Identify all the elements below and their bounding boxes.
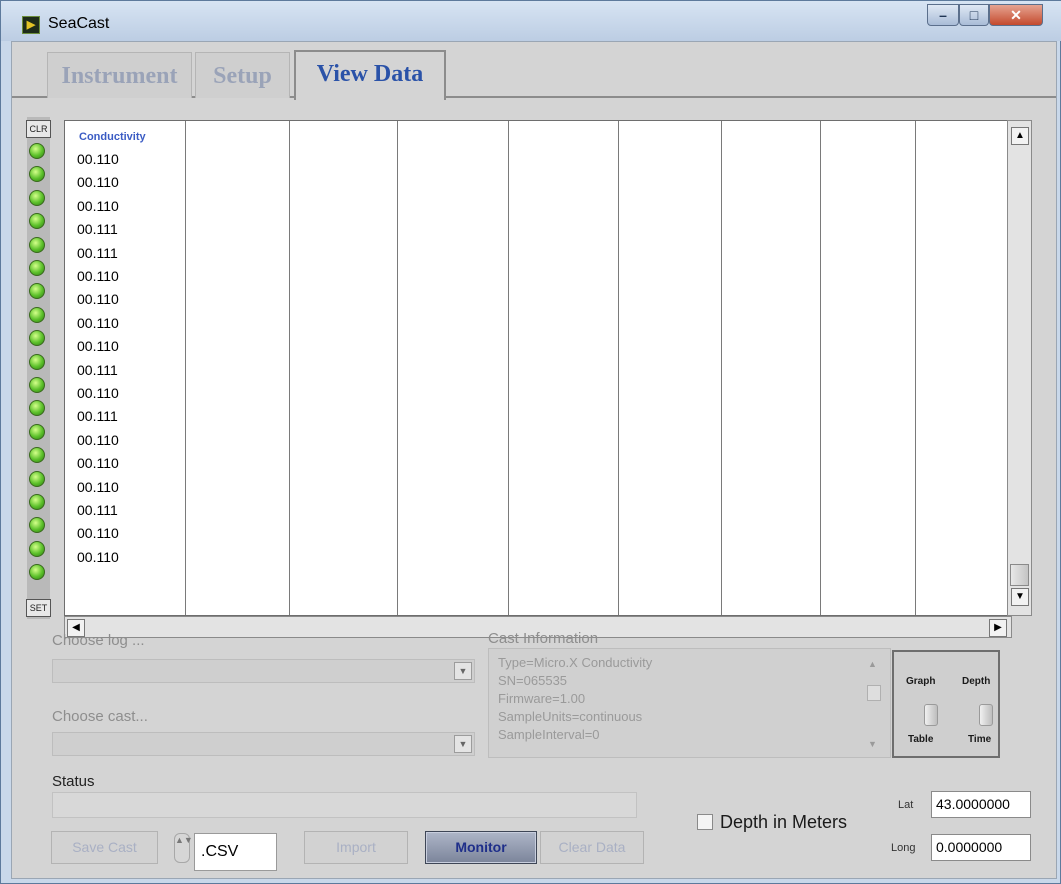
graph-table-toggle[interactable] — [924, 704, 938, 726]
file-extension-field[interactable]: .CSV — [194, 833, 277, 871]
table-cell[interactable]: 00.110 — [77, 268, 119, 284]
choose-cast-dropdown[interactable]: ▼ — [52, 732, 475, 756]
scroll-thumb[interactable] — [867, 685, 881, 701]
latitude-field[interactable]: 43.0000000 — [931, 791, 1031, 818]
app-icon: ▶ — [22, 16, 40, 34]
cast-info-scrollbar[interactable]: ▲ ▼ — [865, 655, 887, 753]
table-cell[interactable]: 00.110 — [77, 549, 119, 565]
window-title: SeaCast — [48, 15, 110, 32]
table-label: Table — [908, 734, 934, 745]
table-cell[interactable]: 00.111 — [77, 408, 118, 424]
cast-information-text[interactable]: Type=Micro.X Conductivity SN=065535 Firm… — [488, 648, 891, 758]
tab-instrument[interactable]: Instrument — [47, 52, 192, 98]
row-status-led — [29, 143, 45, 159]
vertical-scrollbar[interactable]: ▲ ▼ — [1007, 120, 1032, 616]
chevron-down-icon[interactable]: ▼ — [454, 735, 472, 753]
choose-log-dropdown[interactable]: ▼ — [52, 659, 475, 683]
depth-in-meters-checkbox[interactable] — [697, 814, 713, 830]
column-separator — [618, 121, 619, 615]
table-cell[interactable]: 00.111 — [77, 502, 118, 518]
extension-stepper[interactable]: ▲▼ — [174, 833, 193, 863]
cast-info-line: Firmware=1.00 — [498, 691, 586, 706]
depth-time-toggle[interactable] — [979, 704, 993, 726]
lat-label: Lat — [898, 799, 914, 811]
import-button[interactable]: Import — [304, 831, 408, 864]
chevron-down-icon[interactable]: ▼ — [454, 662, 472, 680]
column-separator — [820, 121, 821, 615]
time-label: Time — [968, 734, 992, 745]
close-button[interactable]: ✕ — [989, 4, 1043, 26]
table-cell[interactable]: 00.111 — [77, 221, 118, 237]
monitor-button[interactable]: Monitor — [425, 831, 537, 864]
column-separator — [397, 121, 398, 615]
scroll-up-icon[interactable]: ▲ — [868, 659, 877, 669]
maximize-button[interactable]: □ — [959, 4, 989, 26]
table-cell[interactable]: 00.110 — [77, 174, 119, 190]
set-rows-button[interactable]: SET — [26, 599, 51, 617]
table-cell[interactable]: 00.110 — [77, 479, 119, 495]
table-cell[interactable]: 00.111 — [77, 245, 118, 261]
table-cell[interactable]: 00.110 — [77, 315, 119, 331]
column-header-conductivity: Conductivity — [79, 131, 146, 143]
scroll-down-icon[interactable]: ▼ — [868, 739, 877, 749]
row-status-led — [29, 306, 45, 323]
cast-info-line: SampleUnits=continuous — [498, 709, 643, 724]
status-label: Status — [52, 773, 95, 790]
row-status-led — [29, 377, 45, 393]
row-status-led — [29, 353, 45, 370]
table-cell[interactable]: 00.110 — [77, 291, 119, 307]
clear-data-button[interactable]: Clear Data — [540, 831, 644, 864]
scroll-up-icon[interactable]: ▲ — [1011, 127, 1029, 145]
column-separator — [915, 121, 916, 615]
graph-label: Graph — [906, 676, 936, 687]
status-text — [52, 792, 637, 818]
table-cell[interactable]: 00.110 — [77, 525, 119, 541]
cast-info-line: SN=065535 — [498, 673, 568, 688]
column-separator — [185, 121, 186, 615]
column-separator — [508, 121, 509, 615]
table-cell[interactable]: 00.111 — [77, 362, 118, 378]
column-separator — [721, 121, 722, 615]
cast-info-line: Type=Micro.X Conductivity — [498, 655, 653, 670]
cast-information-label: Cast Information — [488, 630, 599, 647]
cast-info-line: SampleInterval=0 — [498, 727, 600, 742]
long-label: Long — [891, 842, 916, 854]
scroll-thumb[interactable] — [1010, 564, 1029, 586]
title-bar[interactable]: ▶ SeaCast – □ ✕ — [1, 1, 1061, 41]
scroll-right-icon[interactable]: ▶ — [989, 619, 1007, 637]
depth-label: Depth — [962, 676, 991, 687]
view-switch-panel: Graph Depth Table Time — [892, 650, 1000, 758]
save-cast-button[interactable]: Save Cast — [51, 831, 158, 864]
row-status-led — [29, 494, 45, 510]
table-cell[interactable]: 00.110 — [77, 432, 119, 448]
choose-cast-label: Choose cast... — [52, 708, 148, 725]
row-status-led — [29, 423, 45, 440]
table-cell[interactable]: 00.110 — [77, 338, 119, 354]
scroll-down-icon[interactable]: ▼ — [1011, 588, 1029, 606]
minimize-button[interactable]: – — [927, 4, 959, 26]
row-status-led — [29, 189, 45, 206]
tab-setup[interactable]: Setup — [195, 52, 290, 98]
longitude-field[interactable]: 0.0000000 — [931, 834, 1031, 861]
data-table[interactable]: Conductivity 00.110 00.110 00.110 00.111 00.… — [64, 120, 1012, 616]
tab-view-data[interactable]: View Data — [294, 50, 446, 100]
table-cell[interactable]: 00.110 — [77, 385, 119, 401]
depth-in-meters-label: Depth in Meters — [720, 812, 848, 832]
main-panel: Instrument Setup View Data CLR SET Condu… — [11, 41, 1057, 879]
row-status-led — [29, 540, 45, 557]
choose-log-label: Choose log ... — [52, 632, 145, 649]
column-separator — [289, 121, 290, 615]
row-status-led — [29, 470, 45, 487]
table-cell[interactable]: 00.110 — [77, 151, 119, 167]
app-window: ▶ SeaCast – □ ✕ Instrument Setup View Da… — [0, 0, 1061, 884]
row-status-led — [29, 236, 45, 253]
clear-rows-button[interactable]: CLR — [26, 120, 51, 138]
table-cell[interactable]: 00.110 — [77, 198, 119, 214]
table-cell[interactable]: 00.110 — [77, 455, 119, 471]
row-status-led — [29, 260, 45, 276]
